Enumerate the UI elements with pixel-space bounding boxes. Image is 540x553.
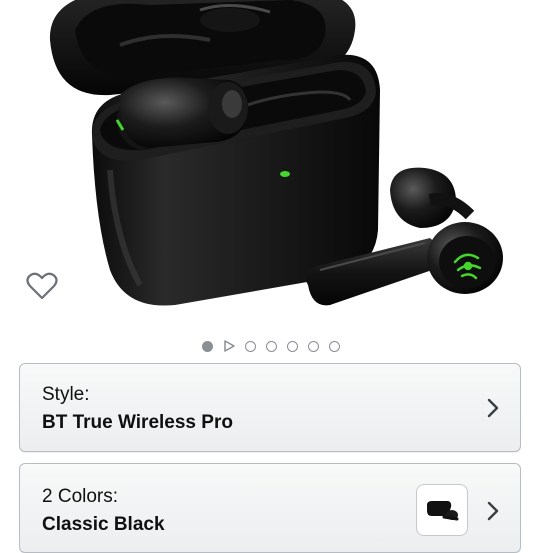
style-selector[interactable]: Style: BT True Wireless Pro [19,363,521,452]
chevron-right-icon [487,501,499,521]
earbuds-product-photo [49,0,503,306]
carousel-indicators[interactable] [0,338,540,354]
carousel-dot-6[interactable] [308,340,319,352]
carousel-dot-7[interactable] [329,340,340,352]
style-label: Style: [42,384,90,405]
wishlist-button[interactable] [26,272,66,308]
style-value: BT True Wireless Pro [42,412,233,433]
heart-outline-icon [26,272,58,300]
carousel-dot-1[interactable] [202,340,213,352]
play-icon [224,340,235,352]
earbuds-thumbnail-icon [427,501,459,521]
carousel-dot-3[interactable] [245,340,256,352]
color-swatch-thumbnail[interactable] [416,484,468,536]
product-image[interactable] [0,0,540,332]
carousel-video-indicator[interactable] [223,340,235,352]
colors-value: Classic Black [42,514,165,535]
carousel-dot-5[interactable] [287,340,298,352]
colors-label: 2 Colors: [42,486,119,507]
carousel-dot-4[interactable] [266,340,277,352]
chevron-right-icon [487,398,499,418]
